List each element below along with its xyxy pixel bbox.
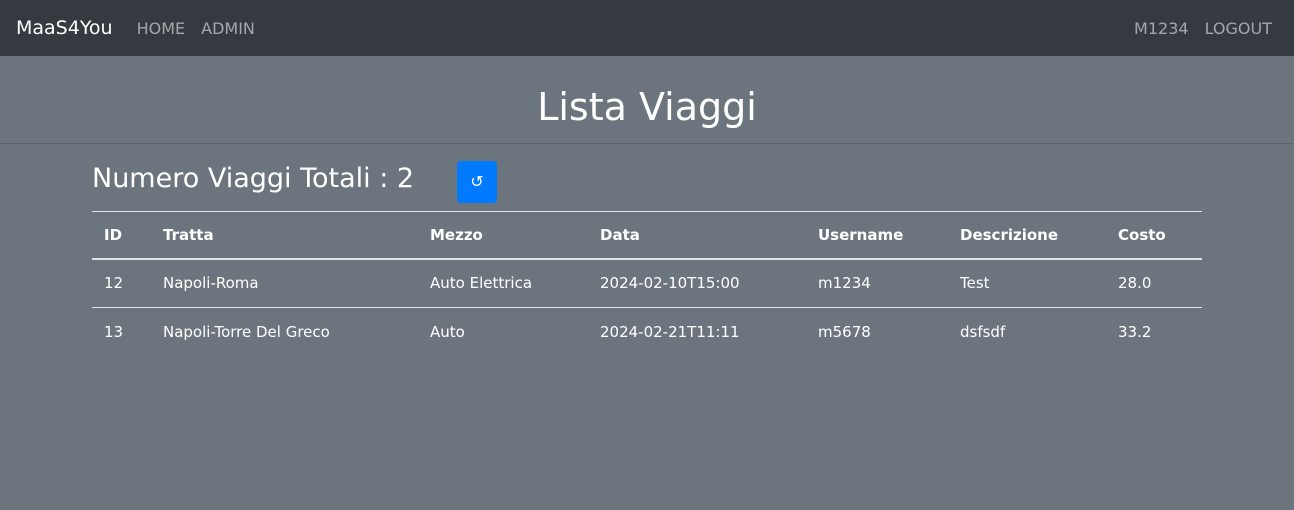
table-row: 12 Napoli-Roma Auto Elettrica 2024-02-10… bbox=[92, 258, 1202, 308]
cell-data: 2024-02-10T15:00 bbox=[588, 258, 806, 308]
main-content: Numero Viaggi Totali : 2 ↺ ID Tratta Mez… bbox=[92, 145, 1202, 357]
nav-right: M1234 LOGOUT bbox=[1118, 19, 1278, 38]
column-header-username: Username bbox=[806, 211, 948, 260]
cell-data: 2024-02-21T11:11 bbox=[600, 323, 740, 342]
count-row: Numero Viaggi Totali : 2 ↺ bbox=[92, 145, 1202, 211]
cell-costo: 33.2 bbox=[1118, 323, 1152, 342]
table-header-row: ID Tratta Mezzo Data Username Descrizion… bbox=[92, 211, 1202, 260]
column-header-data: Data bbox=[588, 211, 806, 260]
cell-mezzo: Auto bbox=[430, 323, 465, 342]
column-header-costo: Costo bbox=[1106, 211, 1202, 260]
trip-count-label: Numero Viaggi Totali : 2 bbox=[92, 163, 415, 194]
cell-id: 12 bbox=[92, 258, 151, 308]
refresh-icon: ↺ bbox=[470, 174, 484, 191]
column-header-mezzo: Mezzo bbox=[418, 211, 588, 260]
trips-table: ID Tratta Mezzo Data Username Descrizion… bbox=[92, 211, 1202, 357]
column-header-descrizione: Descrizione bbox=[948, 211, 1106, 260]
brand-link[interactable]: MaaS4You bbox=[16, 17, 113, 39]
nav-link-admin[interactable]: ADMIN bbox=[201, 19, 255, 38]
table-row: 13 Napoli-Torre Del Greco Auto 2024-02-2… bbox=[92, 308, 1202, 357]
cell-username: m5678 bbox=[818, 323, 871, 342]
table-body: 12 Napoli-Roma Auto Elettrica 2024-02-10… bbox=[92, 258, 1202, 357]
page-header: Lista Viaggi bbox=[0, 56, 1294, 144]
cell-mezzo: Auto Elettrica bbox=[418, 258, 588, 308]
logout-link[interactable]: LOGOUT bbox=[1205, 19, 1272, 38]
cell-costo: 28.0 bbox=[1106, 258, 1202, 308]
cell-tratta: Napoli-Roma bbox=[151, 258, 418, 308]
cell-descrizione: dsfsdf bbox=[960, 323, 1006, 342]
column-header-id: ID bbox=[92, 211, 151, 260]
cell-username: m1234 bbox=[806, 258, 948, 308]
navbar: MaaS4You HOME ADMIN M1234 LOGOUT bbox=[0, 0, 1294, 56]
nav-link-home[interactable]: HOME bbox=[137, 19, 186, 38]
column-header-tratta: Tratta bbox=[151, 211, 418, 260]
cell-descrizione: Test bbox=[948, 258, 1106, 308]
table-header: ID Tratta Mezzo Data Username Descrizion… bbox=[92, 211, 1202, 260]
refresh-button[interactable]: ↺ bbox=[457, 161, 497, 203]
nav-user-link[interactable]: M1234 bbox=[1134, 19, 1189, 38]
cell-id: 13 bbox=[104, 323, 124, 342]
cell-tratta: Napoli-Torre Del Greco bbox=[163, 323, 330, 342]
page-title: Lista Viaggi bbox=[537, 85, 757, 129]
